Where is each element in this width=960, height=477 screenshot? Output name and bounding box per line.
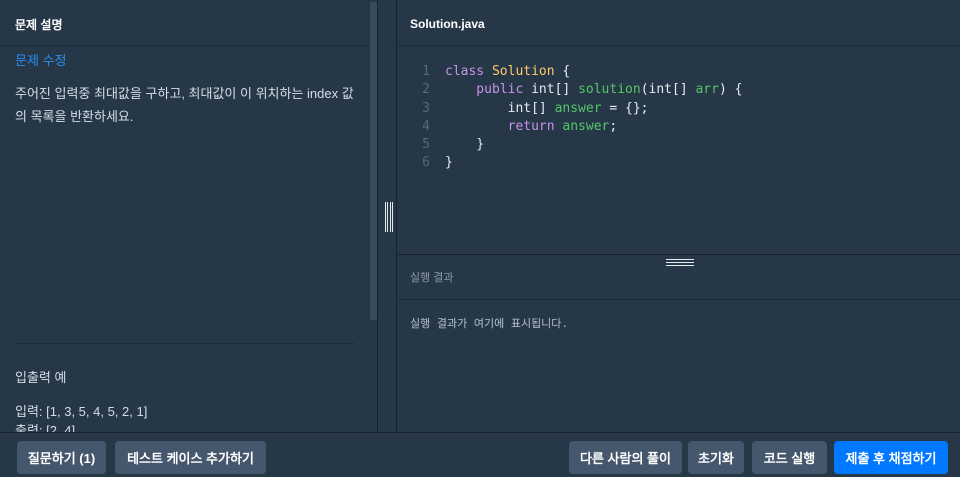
code-token: } <box>445 137 485 153</box>
code-line[interactable]: 6} <box>397 154 960 172</box>
code-token: class <box>445 64 492 79</box>
problem-divider <box>15 343 355 344</box>
line-number: 3 <box>422 100 430 116</box>
io-example-output: 출력: [2, 4] <box>15 424 76 432</box>
code-token: Solution <box>491 64 555 79</box>
run-code-button[interactable]: 코드 실행 <box>752 441 827 474</box>
editor-file-tab[interactable]: Solution.java <box>397 0 960 46</box>
code-line[interactable]: 4 return answer; <box>397 118 960 136</box>
line-number: 5 <box>422 137 430 153</box>
problem-panel: 문제 설명 문제 수정 주어진 입력중 최대값을 구하고, 최대값이 이 위치하… <box>0 0 378 432</box>
code-editor[interactable]: 1 class Solution {2 public int[] solution… <box>397 63 960 173</box>
code-token: int[] <box>445 100 555 116</box>
line-number: 2 <box>422 82 430 98</box>
result-output: 실행 결과가 여기에 표시됩니다. <box>396 300 960 432</box>
code-token: return <box>445 118 563 134</box>
action-bar: 질문하기 (1) 테스트 케이스 추가하기 다른 사람의 풀이 초기화 코드 실… <box>0 432 960 477</box>
code-line[interactable]: 5 } <box>397 136 960 154</box>
code-token: ) { <box>718 82 743 98</box>
code-line[interactable]: 3 int[] answer = {}; <box>397 100 960 118</box>
line-number: 6 <box>422 155 430 171</box>
drag-handle-icon[interactable] <box>385 202 393 232</box>
code-token: (int[] <box>640 82 696 98</box>
others-solutions-button[interactable]: 다른 사람의 풀이 <box>569 441 682 474</box>
reset-button[interactable]: 초기화 <box>688 441 744 474</box>
io-example-title: 입출력 예 <box>15 370 67 385</box>
code-token: answer <box>554 100 602 116</box>
vertical-splitter[interactable] <box>378 0 396 432</box>
code-token: answer <box>562 118 610 134</box>
code-line[interactable]: 1 class Solution { <box>397 63 960 81</box>
horizontal-splitter[interactable] <box>396 254 960 266</box>
code-editor-panel: Solution.java 1 class Solution {2 public … <box>396 0 960 254</box>
problem-scrollbar[interactable] <box>370 2 377 320</box>
io-example-input: 입력: [1, 3, 5, 4, 5, 2, 1] <box>15 404 148 419</box>
code-token: } <box>445 155 453 171</box>
coding-test-window: 문제 설명 문제 수정 주어진 입력중 최대값을 구하고, 최대값이 이 위치하… <box>0 0 960 477</box>
add-testcase-button[interactable]: 테스트 케이스 추가하기 <box>115 441 266 474</box>
code-token: { <box>554 64 571 79</box>
code-line[interactable]: 2 public int[] solution (int[] arr) { <box>397 81 960 99</box>
code-token: public <box>445 82 532 98</box>
code-token: solution <box>578 82 641 98</box>
drag-handle-icon[interactable] <box>666 259 694 266</box>
submit-button[interactable]: 제출 후 채점하기 <box>834 441 948 474</box>
line-number: 1 <box>422 64 430 79</box>
line-number: 4 <box>422 118 430 134</box>
code-token: ; <box>609 118 618 134</box>
problem-panel-title: 문제 설명 <box>0 0 377 46</box>
code-token: arr <box>695 82 719 98</box>
code-token: = {}; <box>601 100 649 116</box>
ask-question-button[interactable]: 질문하기 (1) <box>17 441 106 474</box>
problem-description: 주어진 입력중 최대값을 구하고, 최대값이 이 위치하는 index 값의 목… <box>15 86 354 124</box>
edit-problem-link[interactable]: 문제 수정 <box>15 50 66 69</box>
code-token: int[] <box>531 82 579 98</box>
